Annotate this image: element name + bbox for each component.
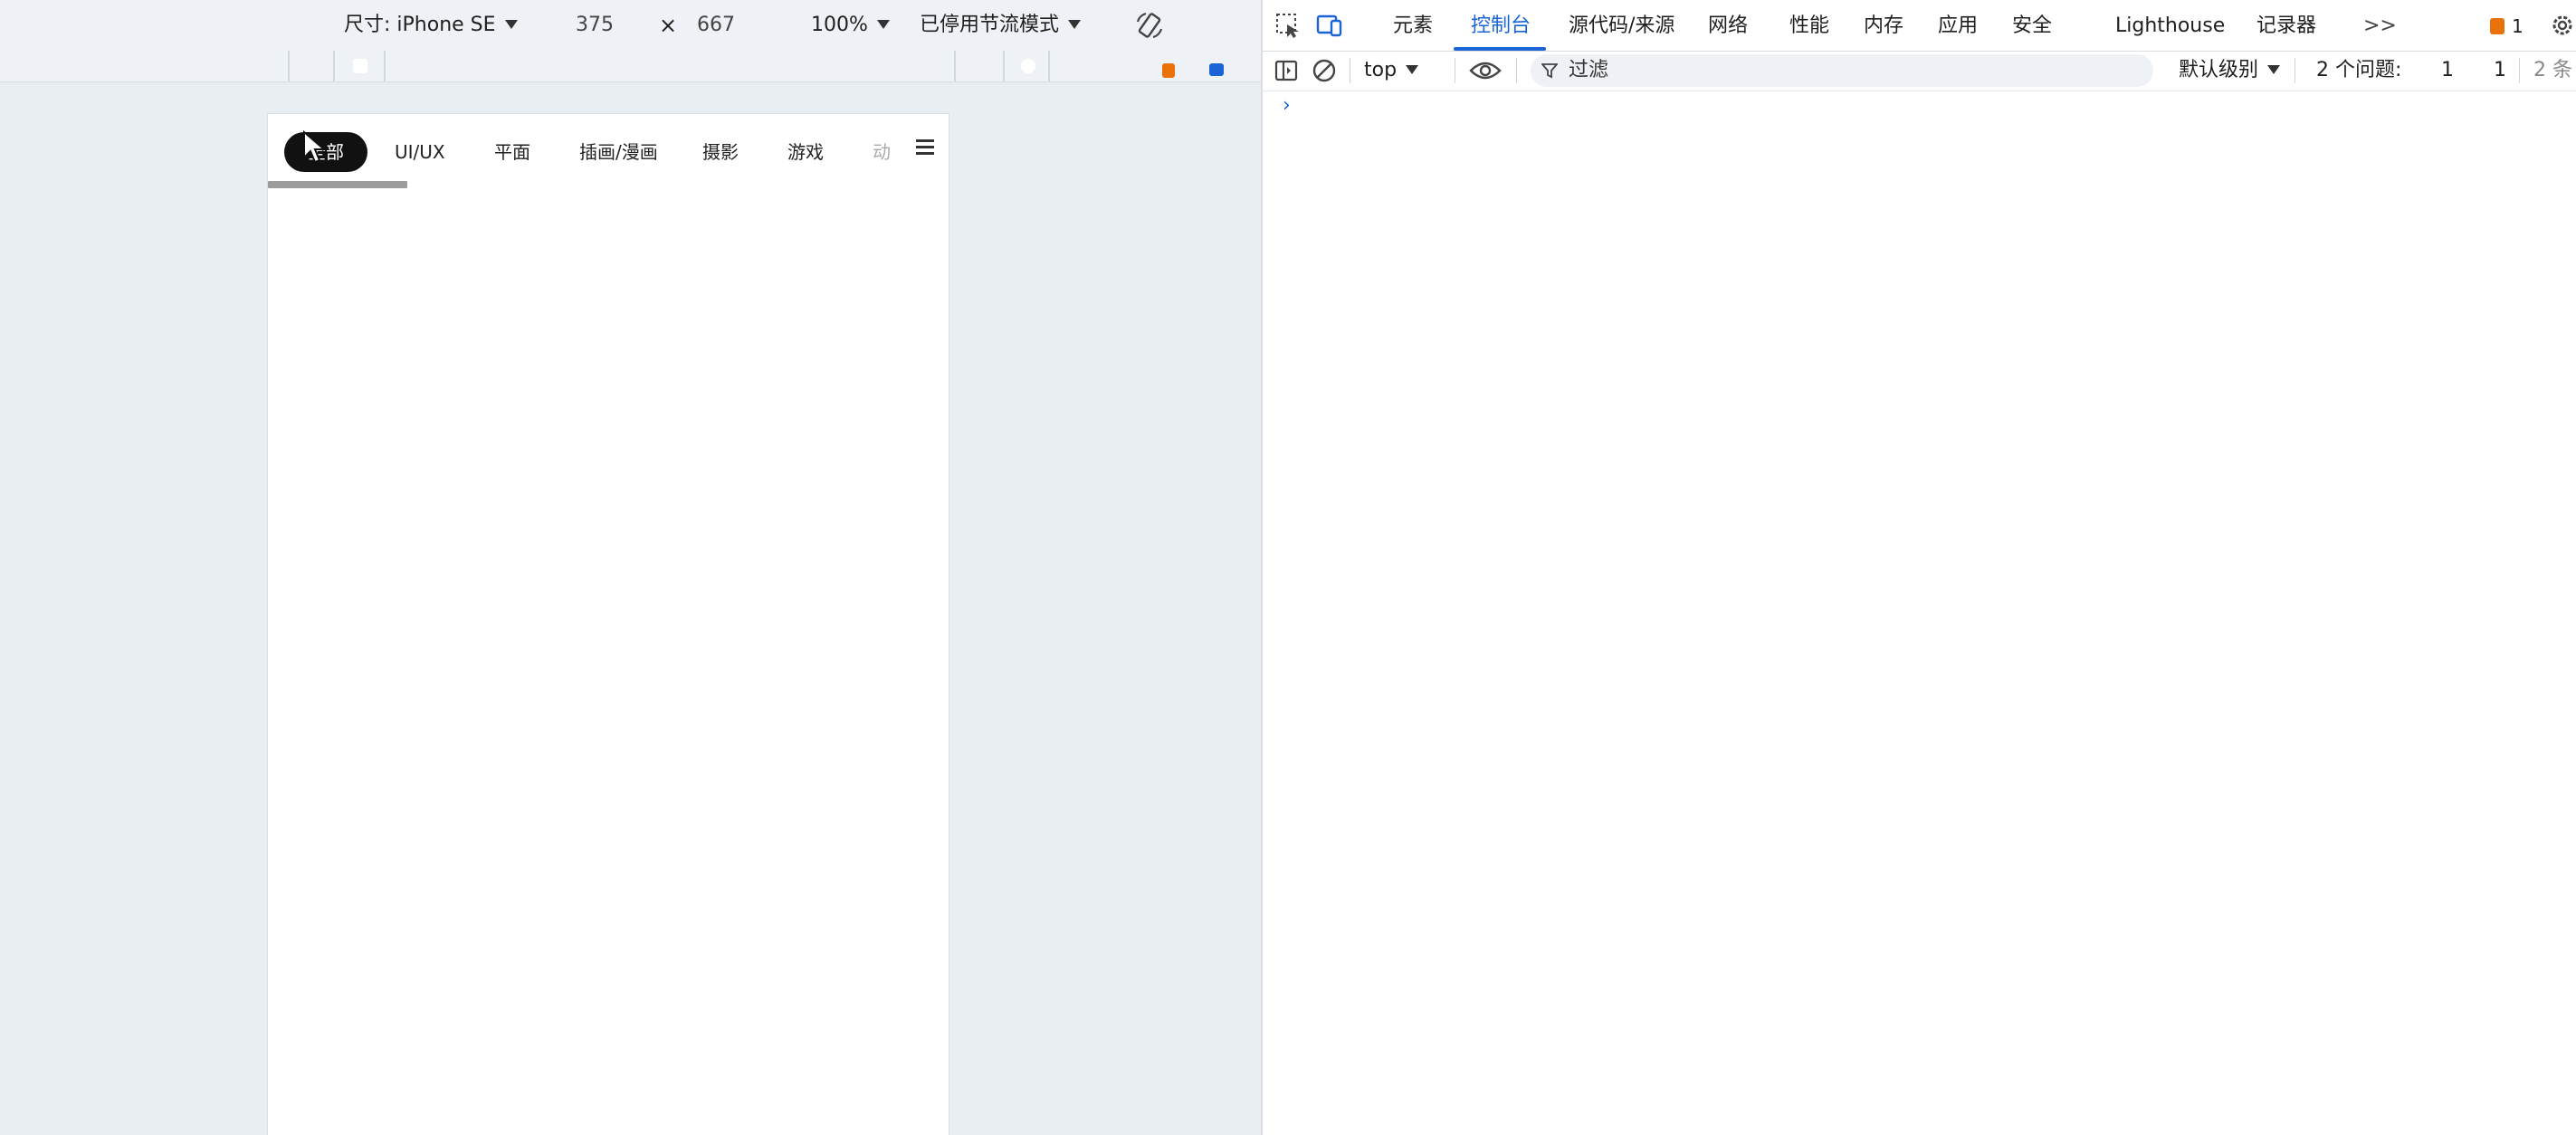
ruler-marker (353, 59, 367, 73)
category-tabs: 全部 UI/UX 平面 插画/漫画 摄影 游戏 动 (268, 114, 949, 190)
toolbar-divider (1516, 58, 1517, 83)
tab-recorder[interactable]: 记录器 (2256, 0, 2316, 51)
dimension-times: × (659, 13, 678, 38)
device-emulation-panel: 尺寸: iPhone SE 375 × 667 100% 已停用节流模式 全部 … (0, 0, 1261, 1135)
ruler-tick (954, 51, 956, 81)
device-size-select[interactable]: 尺寸: iPhone SE (344, 13, 518, 38)
tab-sources[interactable]: 源代码/来源 (1569, 0, 1674, 51)
tab-security[interactable]: 安全 (2012, 0, 2052, 51)
chevron-down-icon (2267, 64, 2281, 74)
ruler-tick (288, 51, 290, 81)
filter-input[interactable]: 过滤 (1531, 54, 2153, 87)
console-toolbar: top 过滤 默认级别 2 个问题: 1 1 2 条 (1162, 51, 2576, 91)
issues-warning-count[interactable]: 1 (2441, 58, 2454, 83)
device-size-label: 尺寸: iPhone SE (344, 14, 496, 36)
tab-scroll-indicator (268, 181, 407, 188)
filter-placeholder: 过滤 (1569, 59, 1609, 81)
clear-console-icon[interactable] (1312, 58, 1337, 83)
warning-icon (1162, 63, 1175, 78)
ruler-tick (384, 51, 386, 81)
device-viewport: 全部 UI/UX 平面 插画/漫画 摄影 游戏 动 (268, 114, 949, 1135)
tab-memory[interactable]: 内存 (1864, 0, 1903, 51)
tab-photography[interactable]: 摄影 (702, 132, 739, 172)
more-tabs-icon[interactable]: >> (2363, 0, 2397, 51)
eye-icon[interactable] (1469, 60, 1502, 81)
mouse-cursor-icon (303, 130, 327, 164)
info-icon (1209, 63, 1224, 76)
device-toolbar-icon[interactable] (1315, 11, 1344, 40)
context-label: top (1364, 59, 1398, 81)
console-prompt[interactable]: › (1283, 94, 1291, 117)
tab-performance[interactable]: 性能 (1789, 0, 1829, 51)
ruler-tick (1048, 51, 1050, 81)
gear-icon[interactable] (2548, 11, 2576, 40)
filter-icon (1541, 63, 1558, 79)
ruler-tick (1003, 51, 1005, 81)
tab-games[interactable]: 游戏 (787, 132, 824, 172)
throttle-label: 已停用节流模式 (920, 14, 1060, 36)
width-input[interactable]: 375 (576, 13, 614, 38)
zoom-label: 100% (811, 14, 868, 36)
device-toolbar: 尺寸: iPhone SE 375 × 667 100% 已停用节流模式 (0, 0, 1261, 52)
context-select[interactable]: top (1364, 58, 1419, 83)
log-level-select[interactable]: 默认级别 (2179, 58, 2281, 83)
chevron-down-icon (1068, 19, 1082, 29)
ruler-marker (1021, 59, 1035, 73)
media-query-ruler (0, 51, 1261, 82)
hamburger-icon[interactable] (916, 139, 934, 156)
devtools-panel: 元素 控制台 源代码/来源 网络 性能 内存 应用 安全 Lighthouse … (1162, 0, 2576, 1135)
tab-network[interactable]: 网络 (1708, 0, 1748, 51)
issues-badge-count[interactable]: 1 (2512, 0, 2524, 51)
devtools-tabbar: 元素 控制台 源代码/来源 网络 性能 内存 应用 安全 Lighthouse … (1263, 0, 2576, 52)
throttle-select[interactable]: 已停用节流模式 (920, 13, 1082, 38)
log-level-label: 默认级别 (2179, 59, 2259, 81)
ruler-tick (333, 51, 335, 81)
chevron-down-icon (504, 19, 518, 29)
tab-elements[interactable]: 元素 (1393, 0, 1433, 51)
tab-console[interactable]: 控制台 (1471, 0, 1531, 51)
chevron-down-icon (876, 19, 890, 29)
tab-application[interactable]: 应用 (1938, 0, 1978, 51)
issues-info-count[interactable]: 1 (2494, 58, 2506, 83)
height-input[interactable]: 667 (697, 13, 735, 38)
rotate-icon[interactable] (1133, 9, 1166, 42)
toolbar-divider (2519, 58, 2520, 83)
sidebar-toggle-icon[interactable] (1274, 58, 1299, 83)
tab-lighthouse[interactable]: Lighthouse (2115, 0, 2225, 51)
chevron-down-icon (1406, 64, 1419, 74)
inspect-element-icon[interactable] (1274, 11, 1302, 40)
tab-illustration[interactable]: 插画/漫画 (579, 132, 658, 172)
warning-icon (2490, 18, 2504, 34)
hidden-messages-count: 2 条 (2533, 59, 2572, 81)
tab-animation[interactable]: 动 (873, 132, 891, 172)
tab-graphic[interactable]: 平面 (494, 132, 530, 172)
issues-link[interactable]: 2 个问题: (2316, 58, 2401, 83)
zoom-select[interactable]: 100% (811, 13, 890, 38)
tab-uiux[interactable]: UI/UX (395, 132, 445, 172)
